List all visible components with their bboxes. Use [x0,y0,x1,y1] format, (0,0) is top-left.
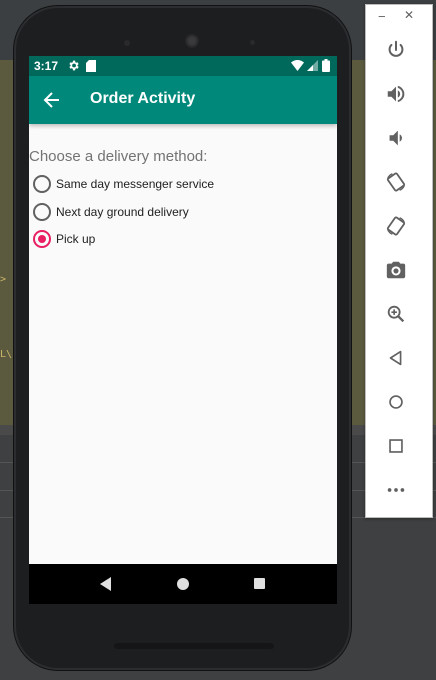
status-bar: 3:17 [29,56,337,76]
radio-button[interactable] [33,175,51,193]
signal-icon [307,60,318,71]
zoom-icon[interactable] [385,303,407,325]
front-camera [250,40,255,45]
page-title: Order Activity [90,90,196,107]
radio-button[interactable] [33,230,51,248]
gear-icon [67,59,80,72]
volume-down-icon[interactable] [385,127,407,149]
nav-back-icon[interactable] [100,577,111,591]
more-icon[interactable] [385,479,407,501]
home-icon[interactable] [385,391,407,413]
camera-icon[interactable] [385,259,407,281]
radio-button[interactable] [33,203,51,221]
emulator-toolbar: − ✕ [365,4,433,518]
radio-label: Same day messenger service [56,177,215,191]
radio-option-next-day[interactable]: Next day ground delivery [33,200,189,224]
arrow-back-icon[interactable] [42,90,62,110]
close-icon[interactable]: ✕ [404,8,414,22]
device-screen: 3:17 Order Activity Choose a delivery me… [29,56,337,604]
ide-code-mark: > [0,274,7,285]
power-icon[interactable] [385,39,407,61]
volume-up-icon[interactable] [385,83,407,105]
overview-icon[interactable] [385,435,407,457]
status-time: 3:17 [34,59,59,73]
back-icon[interactable] [385,347,407,369]
radio-option-same-day[interactable]: Same day messenger service [33,172,214,196]
proximity-sensor [124,40,130,46]
navigation-bar [29,564,337,604]
minimize-icon[interactable]: − [378,9,386,24]
nav-home-icon[interactable] [177,578,189,590]
rotate-left-icon[interactable] [385,171,407,193]
radio-option-pick-up[interactable]: Pick up [33,227,95,251]
rotate-right-icon[interactable] [385,215,407,237]
radio-label: Pick up [56,232,96,246]
battery-icon [322,59,330,72]
bottom-speaker [114,643,274,649]
radio-label: Next day ground delivery [56,205,189,219]
wifi-icon [291,60,304,71]
earpiece-speaker [185,34,199,48]
app-bar: Order Activity [29,76,337,124]
ide-code-mark: L\ [0,349,13,360]
nav-recents-icon[interactable] [254,578,265,589]
sd-card-icon [86,60,96,72]
delivery-prompt: Choose a delivery method: [29,148,208,165]
